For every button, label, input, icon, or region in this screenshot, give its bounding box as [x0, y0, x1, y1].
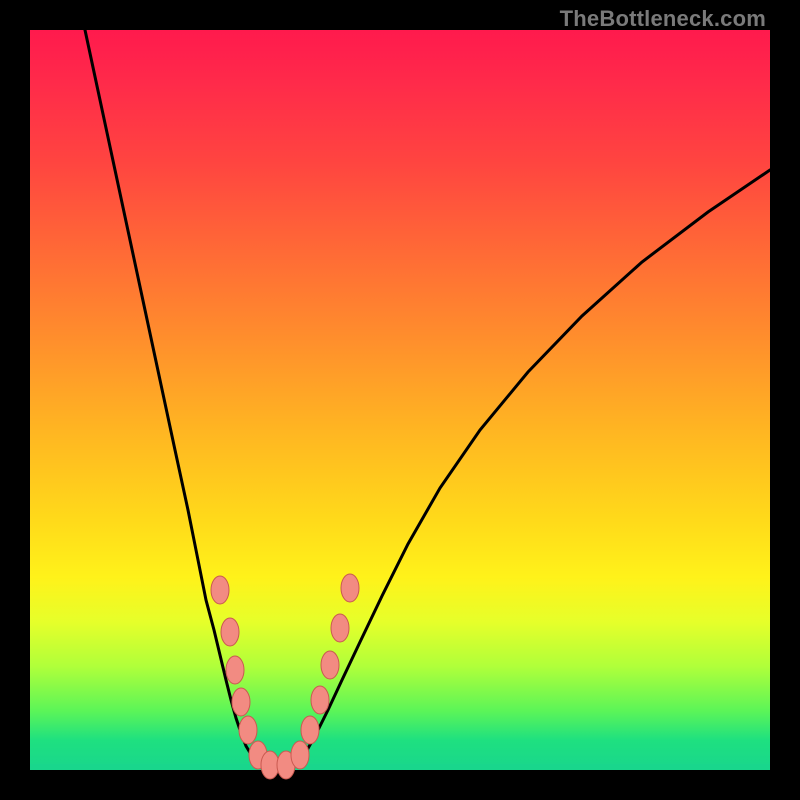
- watermark-text: TheBottleneck.com: [560, 6, 766, 32]
- valley-bead: [321, 651, 339, 679]
- valley-bead: [341, 574, 359, 602]
- chart-frame: TheBottleneck.com: [0, 0, 800, 800]
- valley-bead: [261, 751, 279, 779]
- valley-bead: [239, 716, 257, 744]
- valley-bead: [226, 656, 244, 684]
- valley-beads-group: [211, 574, 359, 779]
- plot-area: [30, 30, 770, 770]
- curve-layer: [30, 30, 770, 770]
- valley-bead: [211, 576, 229, 604]
- bottleneck-curve: [85, 30, 770, 768]
- valley-bead: [232, 688, 250, 716]
- valley-bead: [301, 716, 319, 744]
- valley-bead: [331, 614, 349, 642]
- valley-bead: [291, 741, 309, 769]
- valley-bead: [311, 686, 329, 714]
- valley-bead: [221, 618, 239, 646]
